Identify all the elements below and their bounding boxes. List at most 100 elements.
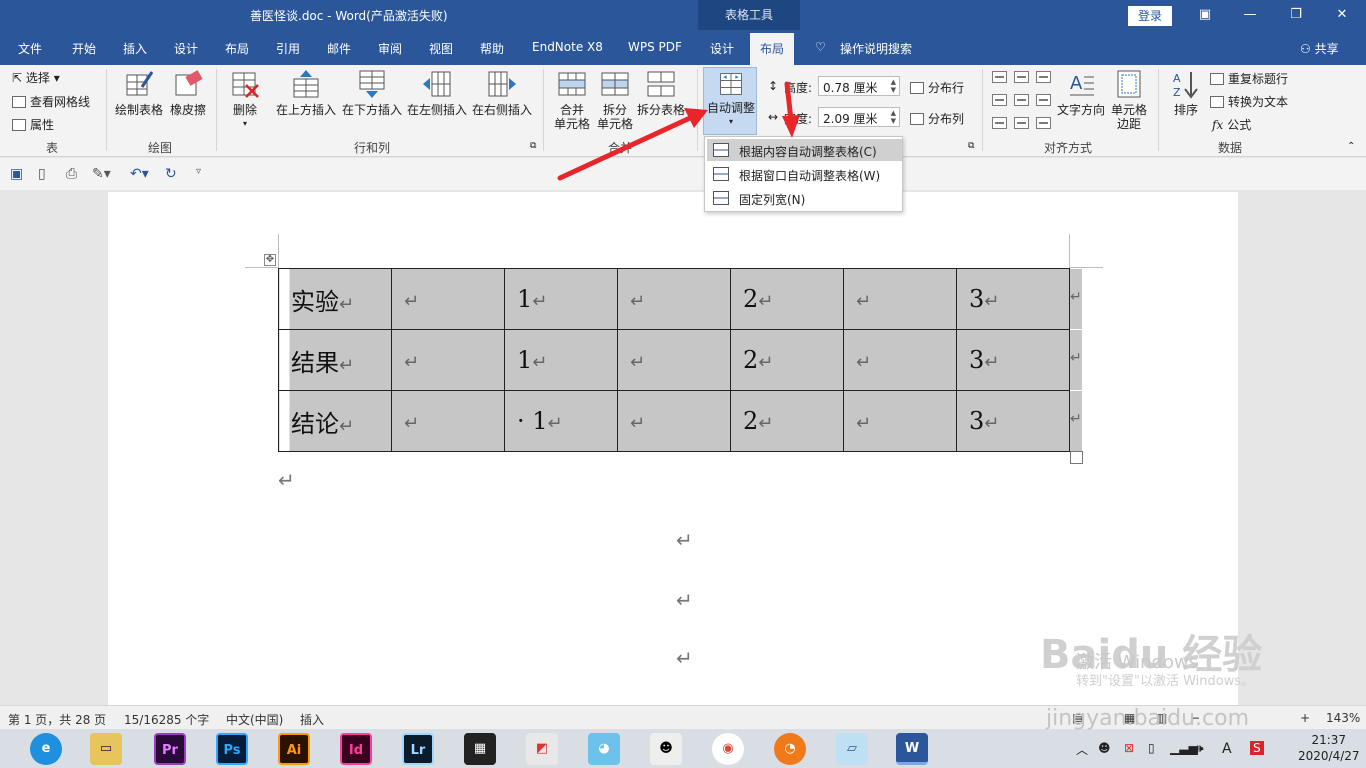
tab-design[interactable]: 设计	[174, 40, 198, 57]
table-cell[interactable]: 3↵	[956, 390, 1070, 452]
dialog-launcher-icon[interactable]: ⧉	[968, 141, 974, 151]
zoom-level[interactable]: 143%	[1326, 711, 1360, 725]
minimize-icon[interactable]: —	[1240, 5, 1260, 25]
qq-tray-icon[interactable]: ☻	[1098, 741, 1111, 755]
tab-references[interactable]: 引用	[276, 40, 300, 57]
repeat-header-rows-button[interactable]: 重复标题行	[1210, 70, 1288, 87]
table-cell[interactable]: 2↵	[730, 329, 844, 391]
tab-view[interactable]: 视图	[429, 40, 453, 57]
autofit-button[interactable]: 自动调整 ▾	[704, 71, 758, 129]
premiere-icon[interactable]: Pr	[154, 733, 186, 765]
insert-right-button[interactable]: 在右侧插入	[471, 69, 533, 117]
notebook-icon[interactable]: ▱	[836, 733, 868, 765]
tab-mailings[interactable]: 邮件	[327, 40, 351, 57]
align-top-center-icon[interactable]	[1014, 71, 1029, 83]
view-gridlines-button[interactable]: 查看网格线	[12, 93, 90, 110]
ime-indicator[interactable]: A	[1222, 741, 1232, 757]
media-player-icon[interactable]: ◔	[774, 733, 806, 765]
word-count[interactable]: 15/16285 个字	[124, 711, 209, 728]
align-bottom-center-icon[interactable]	[1014, 117, 1029, 129]
word-icon[interactable]: W	[896, 733, 928, 765]
spin-arrows-icon[interactable]: ▲ ▼	[891, 78, 896, 94]
volume-icon[interactable]: 🕪	[1196, 741, 1204, 756]
autofit-window-item[interactable]: 根据窗口自动调整表格(W)	[707, 163, 902, 185]
formula-button[interactable]: fx 公式	[1212, 116, 1251, 133]
collapse-ribbon-icon[interactable]: ⌃	[1347, 141, 1355, 152]
table-cell[interactable]: 1↵	[504, 329, 618, 391]
clock[interactable]: 21:37 2020/4/27	[1298, 732, 1360, 764]
delete-button[interactable]: 删除 ▾	[226, 69, 264, 131]
table-cell[interactable]: ↵	[843, 390, 957, 452]
text-direction-button[interactable]: A 文字方向	[1056, 69, 1106, 117]
table-cell[interactable]: ↵	[617, 268, 731, 330]
table-row[interactable]: 实验↵ ↵ 1↵ ↵ 2↵ ↵ 3↵	[278, 268, 1070, 330]
table-cell[interactable]: ↵	[391, 390, 505, 452]
table-cell[interactable]: ↵	[843, 268, 957, 330]
table-row[interactable]: 结论↵ ↵ · 1↵ ↵ 2↵ ↵ 3↵	[278, 390, 1070, 452]
align-middle-center-icon[interactable]	[1014, 94, 1029, 106]
file-explorer-icon[interactable]: ▭	[90, 733, 122, 765]
autofit-contents-item[interactable]: 根据内容自动调整表格(C)	[707, 139, 902, 161]
battery-icon[interactable]: ▯	[1148, 741, 1155, 755]
eraser-button[interactable]: 橡皮擦	[168, 69, 208, 117]
qq-icon[interactable]: ☻	[650, 733, 682, 765]
table-row[interactable]: 结果↵ ↵ 1↵ ↵ 2↵ ↵ 3↵	[278, 329, 1070, 391]
save-icon[interactable]: ▣	[10, 166, 23, 182]
photo-app-icon[interactable]: ◩	[526, 733, 558, 765]
redo-icon[interactable]: ↻	[165, 166, 177, 182]
undo-icon[interactable]: ↶▾	[130, 166, 149, 182]
tab-endnote[interactable]: EndNote X8	[532, 40, 603, 54]
insert-above-button[interactable]: 在上方插入	[275, 69, 337, 117]
tab-home[interactable]: 开始	[72, 40, 96, 57]
table-move-handle-icon[interactable]: ✥	[264, 254, 276, 266]
dialog-launcher-icon[interactable]: ⧉	[530, 141, 536, 151]
chrome-icon[interactable]: ◉	[712, 733, 744, 765]
tab-insert[interactable]: 插入	[123, 40, 147, 57]
browser-icon[interactable]: e	[30, 733, 62, 765]
align-middle-left-icon[interactable]	[992, 94, 1007, 106]
tab-table-layout[interactable]: 布局	[750, 33, 795, 65]
table-cell[interactable]: 1↵	[504, 268, 618, 330]
table-cell[interactable]: ↵	[617, 390, 731, 452]
table-resize-handle[interactable]	[1070, 451, 1083, 464]
merge-cells-button[interactable]: 合并 单元格	[552, 69, 592, 131]
network-icon[interactable]: ▁▃▅	[1170, 741, 1198, 755]
tab-wps-pdf[interactable]: WPS PDF	[628, 40, 682, 54]
indesign-icon[interactable]: Id	[340, 733, 372, 765]
tab-layout[interactable]: 布局	[225, 40, 249, 57]
new-document-icon[interactable]: ▯	[38, 166, 46, 182]
tab-help[interactable]: 帮助	[480, 40, 504, 57]
insert-left-button[interactable]: 在左侧插入	[406, 69, 468, 117]
tell-me-search[interactable]: 操作说明搜索	[840, 40, 912, 57]
table-cell[interactable]: 3↵	[956, 268, 1070, 330]
distribute-rows-button[interactable]: 分布行	[910, 79, 964, 96]
table-cell[interactable]: ↵	[617, 329, 731, 391]
video-editor-icon[interactable]: ▦	[464, 733, 496, 765]
page-count[interactable]: 第 1 页，共 28 页	[8, 711, 106, 728]
format-painter-icon[interactable]: ✎▾	[92, 166, 111, 182]
sort-button[interactable]: AZ 排序	[1166, 69, 1206, 117]
wps-tray-icon[interactable]: S	[1250, 741, 1264, 755]
table-cell[interactable]: 结论↵	[278, 390, 392, 452]
table-cell[interactable]: 3↵	[956, 329, 1070, 391]
lightroom-icon[interactable]: Lr	[402, 733, 434, 765]
spin-arrows-icon[interactable]: ▲ ▼	[891, 109, 896, 125]
table-cell[interactable]: 2↵	[730, 390, 844, 452]
properties-button[interactable]: 属性	[12, 116, 54, 133]
ribbon-display-icon[interactable]: ▣	[1195, 5, 1215, 25]
customize-toolbar-icon[interactable]: ▿	[196, 166, 201, 177]
document-table[interactable]: 实验↵ ↵ 1↵ ↵ 2↵ ↵ 3↵ 结果↵ ↵ 1↵ ↵ 2↵ ↵ 3↵ 结论↵ ↵ · 1↵ ↵ 2↵ ↵ 3↵	[278, 268, 1070, 452]
restore-icon[interactable]: ❐	[1286, 5, 1306, 25]
column-width-field[interactable]: 2.09 厘米 ▲ ▼	[818, 107, 900, 127]
print-preview-icon[interactable]: ⎙	[66, 166, 77, 182]
tab-file[interactable]: 文件	[18, 40, 42, 57]
cell-margins-button[interactable]: 单元格 边距	[1108, 69, 1150, 131]
align-bottom-left-icon[interactable]	[992, 117, 1007, 129]
language-indicator[interactable]: 中文(中国)	[226, 711, 283, 728]
share-button[interactable]: ⚇ 共享	[1300, 40, 1339, 57]
select-button[interactable]: ⇱ 选择 ▾	[12, 69, 60, 86]
close-icon[interactable]: ✕	[1332, 5, 1352, 25]
tab-review[interactable]: 审阅	[378, 40, 402, 57]
convert-to-text-button[interactable]: 转换为文本	[1210, 93, 1288, 110]
row-height-field[interactable]: 0.78 厘米 ▲ ▼	[818, 76, 900, 96]
